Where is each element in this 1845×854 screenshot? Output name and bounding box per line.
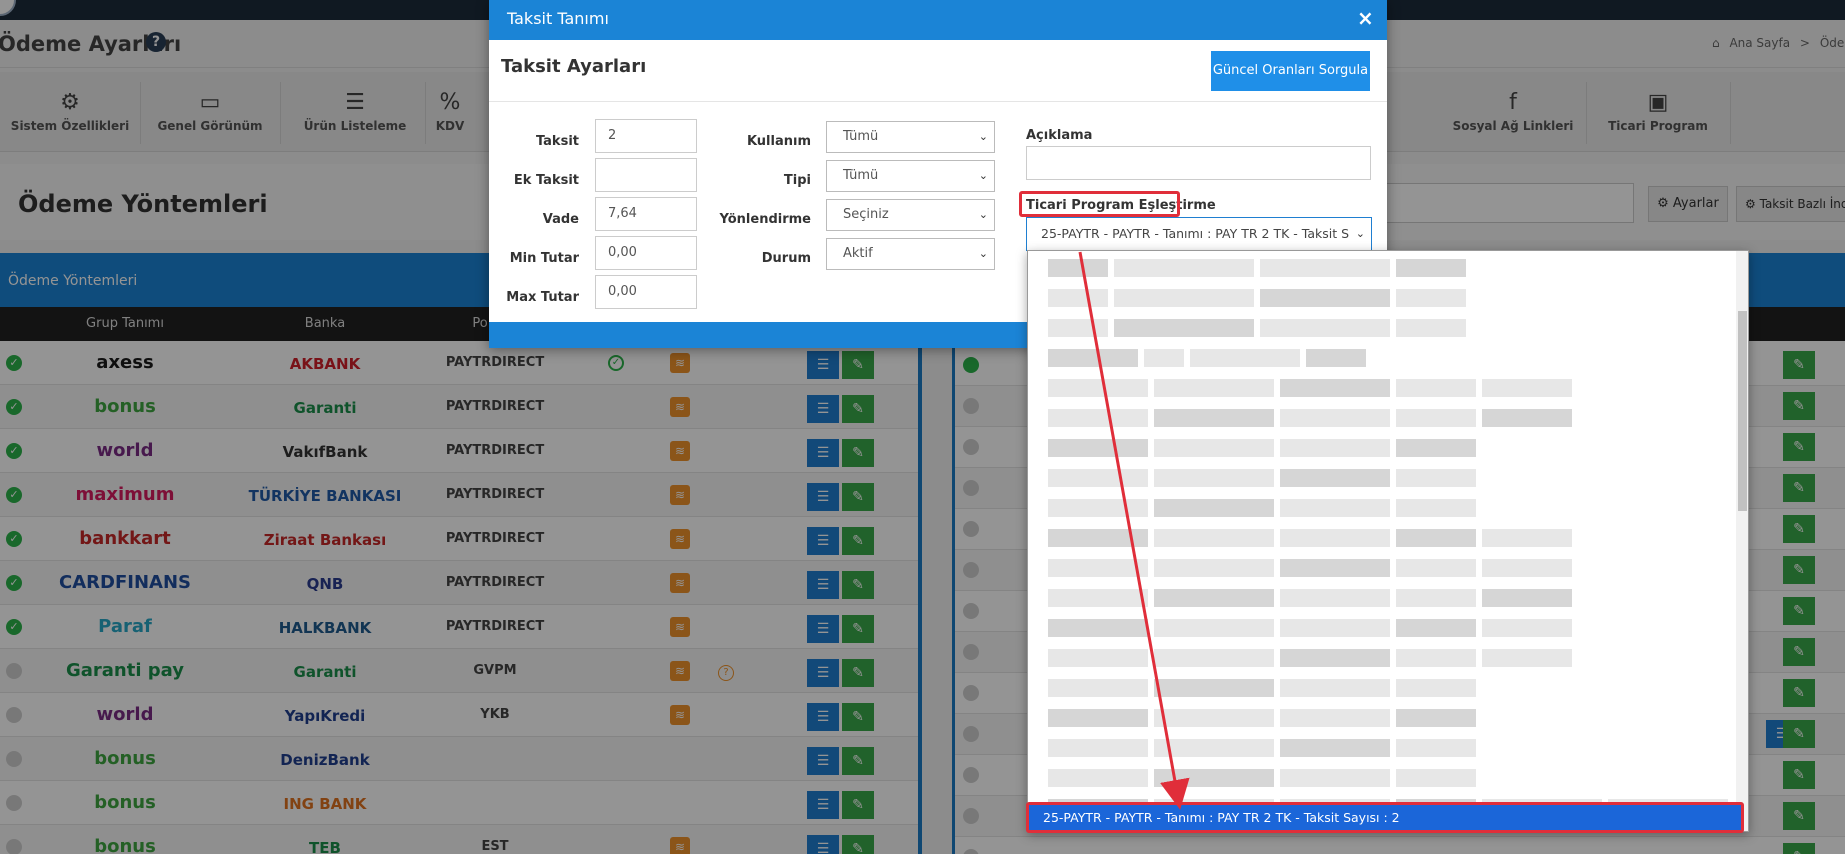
dropdown-option[interactable] [1048, 529, 1578, 547]
dropdown-option[interactable] [1048, 769, 1482, 787]
chevron-down-icon: ⌄ [978, 130, 988, 143]
ticari-program-dropdown-list[interactable] [1027, 250, 1749, 832]
ek-taksit-label: Ek Taksit [513, 173, 579, 188]
ek-taksit-input[interactable] [595, 158, 697, 192]
dropdown-option[interactable] [1048, 319, 1472, 337]
aciklama-input[interactable] [1026, 146, 1371, 180]
dropdown-option[interactable] [1048, 589, 1578, 607]
dropdown-option[interactable] [1048, 289, 1472, 307]
kullanim-value: Tümü [843, 129, 879, 144]
tipi-value: Tümü [843, 168, 879, 183]
modal-header [489, 0, 1387, 40]
close-icon[interactable]: × [1357, 6, 1374, 30]
dropdown-option[interactable] [1048, 259, 1472, 277]
kullanim-select[interactable]: Tümü ⌄ [826, 121, 995, 153]
query-rates-button[interactable]: Güncel Oranları Sorgula [1211, 51, 1370, 91]
durum-label: Durum [761, 251, 811, 266]
max-tutar-label: Max Tutar [506, 290, 579, 305]
dropdown-option[interactable] [1048, 469, 1482, 487]
dropdown-option[interactable] [1048, 349, 1372, 367]
dropdown-option[interactable] [1048, 649, 1578, 667]
ticari-program-select[interactable]: 25-PAYTR - PAYTR - Tanımı : PAY TR 2 TK … [1026, 217, 1372, 251]
highlight-box [1026, 802, 1744, 833]
kullanim-label: Kullanım [746, 134, 811, 149]
dropdown-option[interactable] [1048, 709, 1482, 727]
chevron-down-icon: ⌄ [978, 247, 988, 260]
yonlendirme-value: Seçiniz [843, 207, 889, 222]
highlight-box [1019, 191, 1180, 217]
vade-label: Vade [542, 212, 579, 227]
scrollbar-thumb[interactable] [1738, 311, 1747, 511]
dropdown-option[interactable] [1048, 559, 1578, 577]
chevron-down-icon: ⌄ [978, 169, 988, 182]
dropdown-option[interactable] [1048, 739, 1482, 757]
chevron-down-icon: ⌄ [1351, 218, 1365, 250]
taksit-input[interactable]: 2 [595, 119, 697, 153]
dropdown-option[interactable] [1048, 379, 1578, 397]
min-tutar-input[interactable]: 0,00 [595, 236, 697, 270]
chevron-down-icon: ⌄ [978, 208, 988, 221]
ticari-program-value: 25-PAYTR - PAYTR - Tanımı : PAY TR 2 TK … [1041, 226, 1350, 241]
taksit-label: Taksit [535, 134, 579, 149]
dropdown-option[interactable] [1048, 679, 1482, 697]
yonlendirme-select[interactable]: Seçiniz ⌄ [826, 199, 995, 231]
durum-select[interactable]: Aktif ⌄ [826, 238, 995, 270]
durum-value: Aktif [843, 246, 873, 261]
tipi-select[interactable]: Tümü ⌄ [826, 160, 995, 192]
yonlendirme-label: Yönlendirme [719, 212, 811, 227]
dropdown-option[interactable] [1048, 439, 1482, 457]
vade-input[interactable]: 7,64 [595, 197, 697, 231]
dropdown-option[interactable] [1048, 409, 1578, 427]
dropdown-option[interactable] [1048, 499, 1482, 517]
max-tutar-input[interactable]: 0,00 [595, 275, 697, 309]
modal-subtitle: Taksit Ayarları [501, 56, 647, 77]
tipi-label: Tipi [783, 173, 811, 188]
modal-title: Taksit Tanımı [507, 9, 609, 28]
dropdown-option[interactable] [1048, 619, 1578, 637]
min-tutar-label: Min Tutar [509, 251, 579, 266]
aciklama-label: Açıklama [1026, 128, 1093, 143]
